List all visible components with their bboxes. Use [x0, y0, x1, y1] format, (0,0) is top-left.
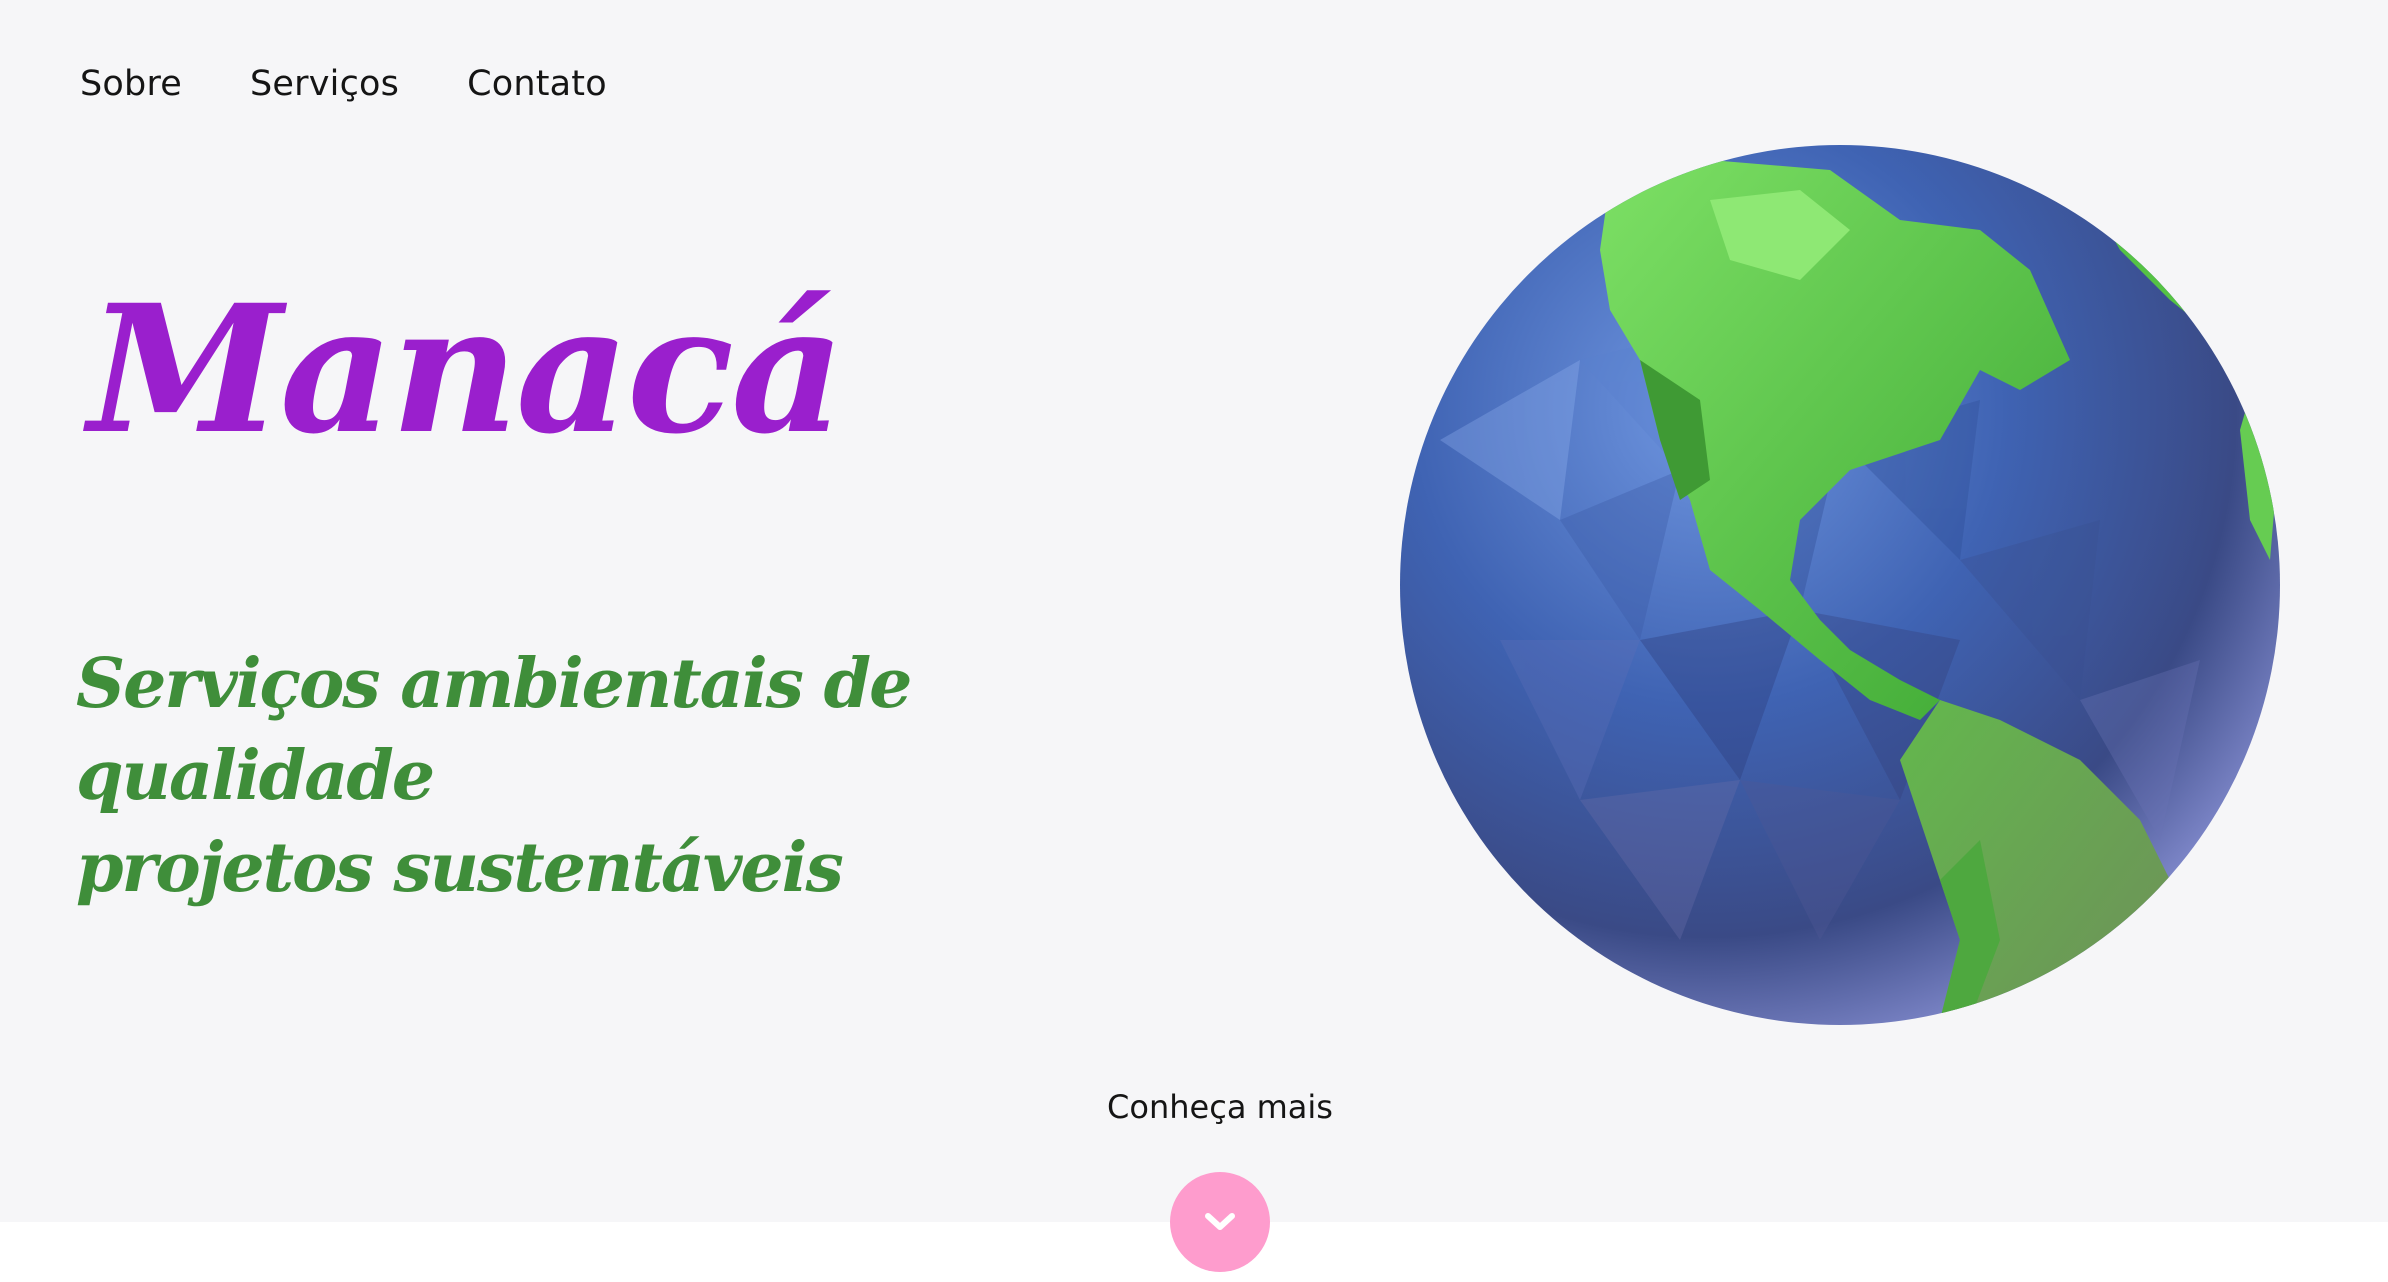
- scroll-down-button[interactable]: [1170, 1172, 1270, 1272]
- earth-globe-icon: [1400, 145, 2280, 1025]
- cta-label: Conheça mais: [1107, 1088, 1333, 1126]
- tagline-line-2: projetos sustentáveis: [76, 828, 844, 908]
- hero-section: Sobre Serviços Contato Manacá Serviços a…: [0, 0, 2388, 1222]
- tagline-line-1: Serviços ambientais de qualidade: [76, 644, 912, 816]
- brand-title: Manacá: [88, 266, 845, 473]
- top-nav: Sobre Serviços Contato: [80, 64, 607, 104]
- nav-link-contato[interactable]: Contato: [467, 64, 607, 104]
- chevron-down-icon: [1205, 1213, 1235, 1230]
- hero-tagline: Serviços ambientais de qualidade projeto…: [76, 638, 1196, 914]
- nav-link-sobre[interactable]: Sobre: [80, 64, 182, 104]
- nav-link-servicos[interactable]: Serviços: [250, 64, 399, 104]
